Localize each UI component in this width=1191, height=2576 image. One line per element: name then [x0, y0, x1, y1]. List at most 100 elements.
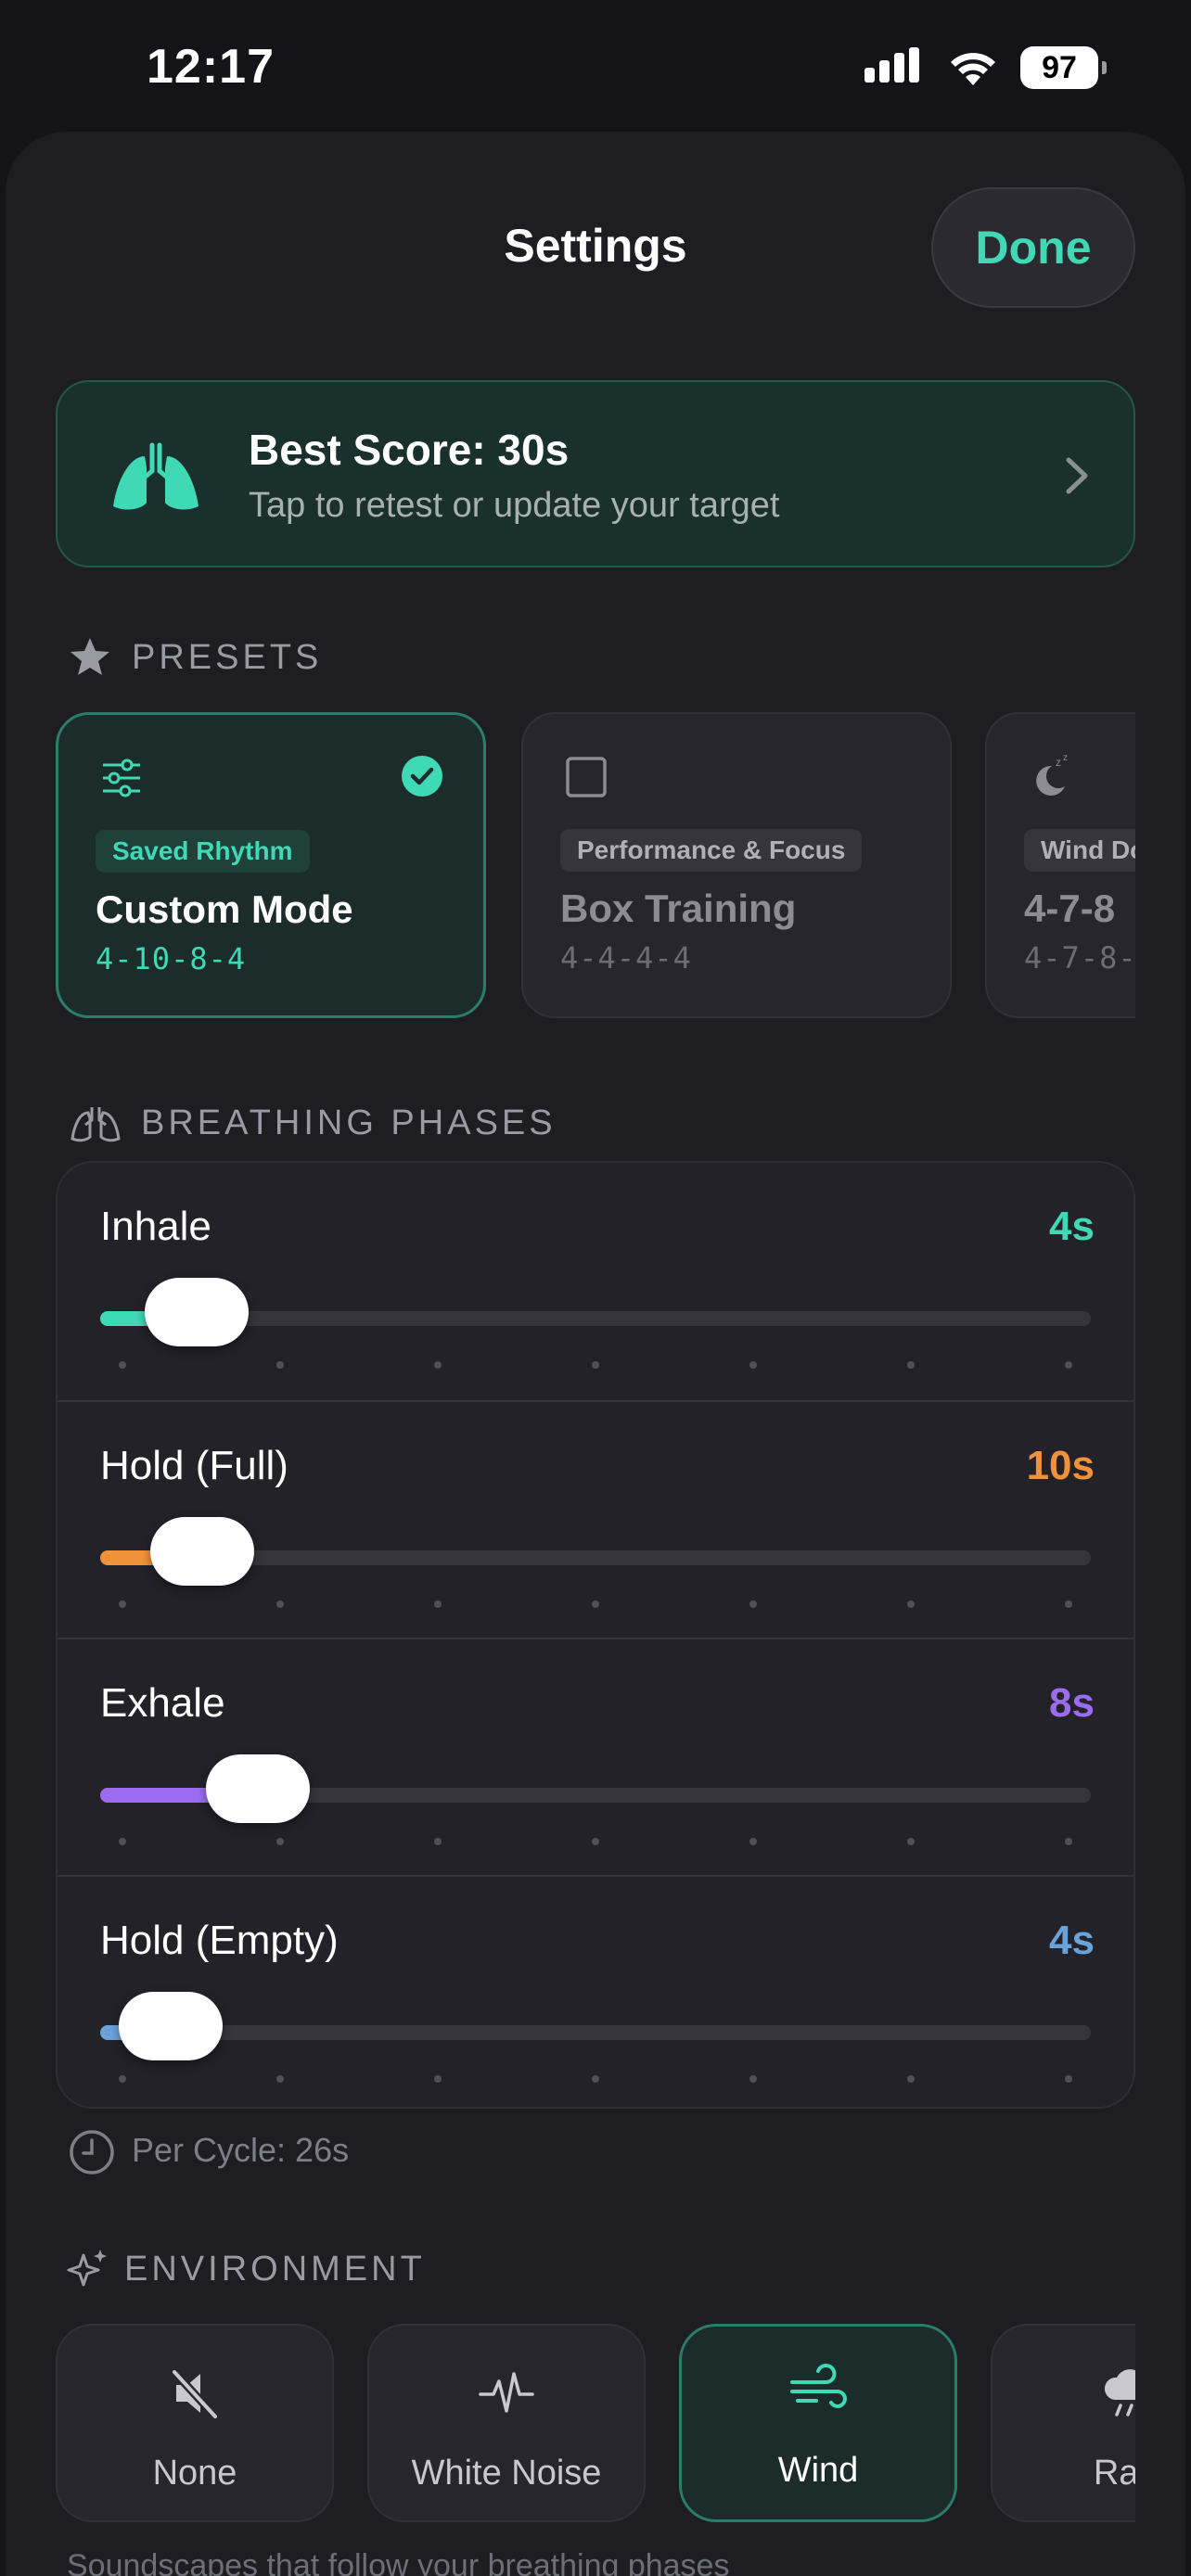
breathing-phases-card: Inhale 4s Hold (Full) 10s Exhale 8s Hold… — [56, 1161, 1135, 2109]
sparkles-icon — [67, 2250, 107, 2287]
phase-slider[interactable] — [100, 1517, 1091, 1586]
best-score-card[interactable]: Best Score: 30s Tap to retest or update … — [56, 380, 1135, 567]
slider-tick — [1065, 1838, 1072, 1845]
slider-tick — [119, 1838, 126, 1845]
battery-indicator: 97 — [1020, 46, 1107, 89]
slider-tick — [907, 1600, 915, 1608]
presets-carousel[interactable]: Saved Rhythm Custom Mode 4-10-8-4 Perfor… — [56, 708, 1135, 1024]
env-option-label: White Noise — [411, 2454, 602, 2493]
slider-tick — [592, 1361, 599, 1369]
phase-slider[interactable] — [100, 1992, 1091, 2060]
preset-tag: Performance & Focus — [560, 829, 863, 872]
env-option-label: None — [152, 2454, 237, 2493]
env-option-wind[interactable]: Wind — [679, 2324, 957, 2522]
preset-sequence: 4-4-4-4 — [560, 940, 692, 976]
speaker-mute-icon — [171, 2368, 219, 2420]
slider-ticks — [100, 1838, 1091, 1845]
phase-value: 8s — [1049, 1680, 1095, 1726]
env-option-rain[interactable]: Rain — [991, 2324, 1135, 2522]
slider-tick — [434, 1838, 442, 1845]
moon-sleep-icon: z z — [1036, 755, 1068, 796]
chevron-right-icon — [1066, 457, 1088, 494]
env-option-none[interactable]: None — [56, 2324, 334, 2522]
preset-name: Box Training — [560, 886, 797, 930]
presets-section-label: PRESETS — [132, 638, 323, 677]
slider-tick — [276, 2075, 284, 2083]
slider-tick — [749, 1600, 757, 1608]
slider-thumb[interactable] — [150, 1517, 254, 1586]
slider-tick — [276, 1361, 284, 1369]
preset-name: Custom Mode — [96, 887, 353, 931]
slider-tick — [276, 1838, 284, 1845]
phase-slider[interactable] — [100, 1754, 1091, 1823]
rain-cloud-icon — [1105, 2369, 1135, 2417]
phase-name: Exhale — [100, 1680, 225, 1726]
star-icon — [70, 638, 109, 675]
lungs-icon — [70, 1107, 121, 1142]
phase-name: Hold (Empty) — [100, 1918, 339, 1963]
slider-ticks — [100, 1361, 1091, 1369]
svg-text:z: z — [1063, 755, 1068, 763]
lungs-icon — [113, 442, 198, 510]
phase-row-hold-full: Hold (Full) 10s — [58, 1400, 1133, 1638]
slider-tick — [434, 1600, 442, 1608]
slider-tick — [907, 1361, 915, 1369]
phase-row-hold-empty: Hold (Empty) 4s — [58, 1875, 1133, 2107]
slider-thumb[interactable] — [145, 1278, 249, 1346]
sliders-icon — [103, 759, 140, 797]
slider-tick — [119, 1600, 126, 1608]
selected-check-icon — [402, 756, 442, 797]
slider-thumb[interactable] — [206, 1754, 310, 1823]
phase-slider[interactable] — [100, 1278, 1091, 1346]
breathing-phases-section-label: BREATHING PHASES — [141, 1103, 557, 1142]
waveform-icon — [479, 2372, 534, 2413]
slider-ticks — [100, 2075, 1091, 2083]
status-icons: 97 — [864, 46, 1107, 89]
slider-tick — [434, 2075, 442, 2083]
slider-tick — [749, 2075, 757, 2083]
wind-icon — [790, 2364, 847, 2408]
slider-tick — [434, 1361, 442, 1369]
environment-carousel[interactable]: None White Noise Wind Ra — [56, 2322, 1135, 2526]
slider-tick — [592, 2075, 599, 2083]
slider-tick — [907, 2075, 915, 2083]
slider-tick — [119, 2075, 126, 2083]
best-score-subtitle: Tap to retest or update your target — [249, 486, 780, 525]
preset-card-box-training[interactable]: Performance & Focus Box Training 4-4-4-4 — [521, 712, 952, 1018]
slider-tick — [592, 1600, 599, 1608]
phase-row-inhale: Inhale 4s — [58, 1163, 1133, 1400]
preset-sequence: 4-7-8-0 — [1024, 940, 1135, 976]
status-bar: 12:17 97 — [0, 0, 1191, 139]
env-option-white-noise[interactable]: White Noise — [367, 2324, 646, 2522]
preset-name: 4-7-8 — [1024, 886, 1116, 930]
env-option-label: Rain — [1093, 2454, 1135, 2493]
status-time: 12:17 — [147, 40, 275, 94]
slider-tick — [1065, 1600, 1072, 1608]
slider-tick — [276, 1600, 284, 1608]
best-score-title: Best Score: 30s — [249, 426, 570, 474]
preset-tag: Saved Rhythm — [96, 830, 310, 873]
phase-name: Hold (Full) — [100, 1443, 288, 1488]
phase-value: 4s — [1049, 1918, 1095, 1963]
slider-thumb[interactable] — [119, 1992, 223, 2060]
slider-tick — [1065, 2075, 1072, 2083]
environment-note: Soundscapes that follow your breathing p… — [67, 2548, 730, 2576]
wifi-icon — [951, 53, 995, 85]
done-button[interactable]: Done — [931, 187, 1135, 308]
env-option-label: Wind — [777, 2451, 859, 2490]
slider-tick — [119, 1361, 126, 1369]
preset-tag: Wind Down — [1024, 829, 1135, 872]
slider-tick — [907, 1838, 915, 1845]
per-cycle-total: Per Cycle: 26s — [132, 2131, 350, 2169]
environment-section-label: ENVIRONMENT — [124, 2250, 426, 2289]
slider-tick — [592, 1838, 599, 1845]
phase-row-exhale: Exhale 8s — [58, 1638, 1133, 1875]
phase-value: 10s — [1026, 1443, 1095, 1488]
clock-icon — [70, 2130, 114, 2174]
phase-name: Inhale — [100, 1204, 211, 1249]
slider-tick — [749, 1361, 757, 1369]
preset-card-wind-down[interactable]: z z Wind Down 4-7-8 4-7-8-0 — [985, 712, 1135, 1018]
svg-text:z: z — [1056, 756, 1061, 769]
preset-card-custom-mode[interactable]: Saved Rhythm Custom Mode 4-10-8-4 — [56, 712, 486, 1018]
preset-sequence: 4-10-8-4 — [96, 941, 247, 976]
